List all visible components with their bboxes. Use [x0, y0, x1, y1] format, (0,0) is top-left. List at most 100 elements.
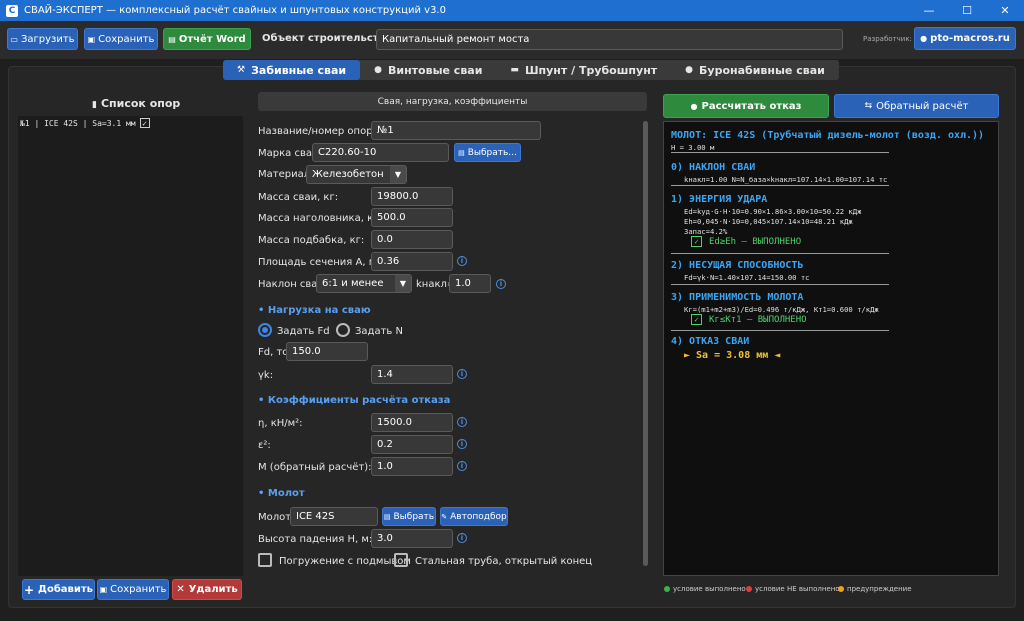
reverse-calc-button[interactable]: ⇆ Обратный расчёт	[834, 94, 999, 118]
load-section-header: • Нагрузка на сваю	[258, 305, 371, 316]
result-line: Fd=γk·N=1.40×107.14=150.00 тс	[684, 273, 810, 282]
hammer-icon: ⚒	[237, 65, 246, 75]
search-icon: ●	[690, 101, 698, 111]
chevron-down-icon: ▼	[390, 166, 406, 183]
result-title: МОЛОТ: ICE 42S (Трубчатый дизель-молот (…	[671, 130, 985, 141]
coef-section-header: • Коэффициенты расчёта отказа	[258, 395, 451, 406]
eps-input[interactable]: 0.2	[371, 435, 453, 454]
save-button[interactable]: ▣ Сохранить	[84, 28, 158, 50]
status-ok: ✓ Kг≤Kт1 — ВЫПОЛНЕНО	[691, 314, 807, 325]
info-icon[interactable]: i	[457, 369, 467, 379]
minimize-button[interactable]: —	[910, 0, 948, 21]
incline-select[interactable]: 6:1 и менее ▼	[316, 274, 412, 293]
section-energy: 1) ЭНЕРГИЯ УДАРА	[671, 194, 768, 205]
check-icon: ✓	[691, 314, 702, 325]
maximize-button[interactable]: ☐	[948, 0, 986, 21]
report-word-button[interactable]: ▤ Отчёт Word	[163, 28, 251, 50]
load-button[interactable]: ▭ Загрузить	[7, 28, 78, 50]
kincl-input[interactable]: 1.0	[449, 274, 491, 293]
list-icon: ▮	[92, 100, 97, 110]
save-support-button[interactable]: ▣ Сохранить	[97, 579, 169, 600]
radio-set-fd[interactable]	[258, 323, 272, 337]
area-input[interactable]: 0.36	[371, 252, 453, 271]
status-ok: ✓ Ed≥Eh — ВЫПОЛНЕНО	[691, 236, 801, 247]
hammer-input[interactable]: ICE 42S	[290, 507, 378, 526]
info-icon[interactable]: i	[457, 533, 467, 543]
steel-pipe-label: Стальная труба, открытый конец	[415, 556, 593, 567]
follower-mass-input[interactable]: 0.0	[371, 230, 453, 249]
item-checkbox[interactable]: ✓	[139, 118, 150, 128]
separator	[671, 253, 889, 254]
separator	[671, 330, 889, 331]
result-height: H = 3.00 м	[671, 143, 715, 152]
info-icon[interactable]: i	[457, 417, 467, 427]
developer-label: Разработчик:	[863, 35, 912, 43]
list-icon: ▤	[383, 512, 391, 521]
supports-title: ▮ Список опор	[92, 97, 181, 110]
choose-mark-button[interactable]: ▤ Выбрать...	[454, 143, 521, 162]
mark-input[interactable]: С220.60-10	[312, 143, 449, 162]
pile-mass-input[interactable]: 19800.0	[371, 187, 453, 206]
legend-warn: предупреждение	[838, 585, 912, 593]
list-item[interactable]: №1 | ICE 42S | Sa=3.1 мм ✓	[20, 118, 150, 128]
close-button[interactable]: ✕	[986, 0, 1024, 21]
eps-label: ε²:	[258, 440, 271, 451]
tab-sheet-piles[interactable]: ▬ Шпунт / Трубошпунт	[496, 60, 671, 80]
result-line: Запас=4.2%	[684, 227, 728, 236]
toolbar: ▭ Загрузить ▣ Сохранить ▤ Отчёт Word Объект…	[0, 21, 1024, 59]
cap-mass-input[interactable]: 500.0	[371, 208, 453, 227]
gk-input[interactable]: 1.4	[371, 365, 453, 384]
washing-checkbox[interactable]	[258, 553, 272, 567]
tab-driven-piles[interactable]: ⚒ Забивные сваи	[223, 60, 361, 80]
developer-button[interactable]: ● pto-macros.ru	[914, 27, 1016, 50]
info-icon[interactable]: i	[496, 279, 506, 289]
name-input[interactable]: №1	[371, 121, 541, 140]
calculate-refusal-button[interactable]: ● Рассчитать отказ	[663, 94, 829, 118]
radio-set-n[interactable]	[336, 323, 350, 337]
screw-icon: ●	[374, 65, 382, 75]
choose-hammer-button[interactable]: ▤ Выбрать	[382, 507, 436, 526]
floppy-icon: ▣	[87, 34, 96, 44]
delete-support-button[interactable]: ✕ Удалить	[172, 579, 242, 600]
result-line: Kг=(m1+m2+m3)/Ed=0.496 т/кДж, Kт1=0.600 …	[684, 305, 879, 314]
hammer-label: Молот:	[258, 512, 295, 523]
app-icon: C	[6, 4, 18, 17]
separator	[671, 284, 889, 285]
separator	[671, 185, 889, 186]
window-title: СВАЙ-ЭКСПЕРТ — комплексный расчёт свайны…	[24, 5, 446, 16]
area-label: Площадь сечения A, м²:	[258, 257, 384, 268]
separator	[671, 152, 889, 153]
tab-screw-piles[interactable]: ● Винтовые сваи	[360, 60, 496, 80]
section-refusal: 4) ОТКАЗ СВАИ	[671, 336, 750, 347]
section-applicability: 3) ПРИМЕНИМОСТЬ МОЛОТА	[671, 292, 804, 303]
add-support-button[interactable]: + Добавить	[22, 579, 95, 600]
follower-mass-label: Масса подбабка, кг:	[258, 235, 365, 246]
supports-list: №1 | ICE 42S | Sa=3.1 мм ✓	[18, 116, 243, 576]
object-input[interactable]: Капитальный ремонт моста	[376, 29, 843, 50]
info-icon[interactable]: i	[457, 256, 467, 266]
list-icon: ▤	[458, 148, 465, 157]
drill-icon: ●	[685, 65, 694, 75]
pile-type-tabs: ⚒ Забивные сваи ● Винтовые сваи ▬ Шпунт / Т…	[223, 60, 839, 80]
washing-label: Погружение с подмывом	[279, 556, 411, 567]
m-input[interactable]: 1.0	[371, 457, 453, 476]
steel-pipe-checkbox[interactable]	[394, 553, 408, 567]
tab-bored-piles[interactable]: ● Буронабивные сваи	[671, 60, 839, 80]
fd-input[interactable]: 150.0	[286, 342, 368, 361]
title-bar: C СВАЙ-ЭКСПЕРТ — комплексный расчёт свай…	[0, 0, 1024, 21]
result-line: Eh=0,045·N·10=0,045×107.14×10=48.21 кДж	[684, 217, 853, 226]
red-dot-icon	[746, 586, 752, 592]
close-icon: ✕	[176, 584, 185, 595]
eta-input[interactable]: 1500.0	[371, 413, 453, 432]
name-label: Название/номер опоры:	[258, 126, 384, 137]
auto-select-hammer-button[interactable]: ✎ Автоподбор	[440, 507, 508, 526]
result-line: kнакл=1.00 N=N_база×kнакл=107.14×1.00=10…	[684, 175, 888, 184]
form-scrollbar[interactable]	[643, 121, 648, 566]
hammer-section-header: • Молот	[258, 488, 305, 499]
legend-fail: условие НЕ выполнено	[746, 585, 840, 593]
info-icon[interactable]: i	[457, 461, 467, 471]
plus-icon: +	[23, 582, 35, 597]
info-icon[interactable]: i	[457, 439, 467, 449]
height-input[interactable]: 3.0	[371, 529, 453, 548]
material-select[interactable]: Железобетон ▼	[306, 165, 407, 184]
